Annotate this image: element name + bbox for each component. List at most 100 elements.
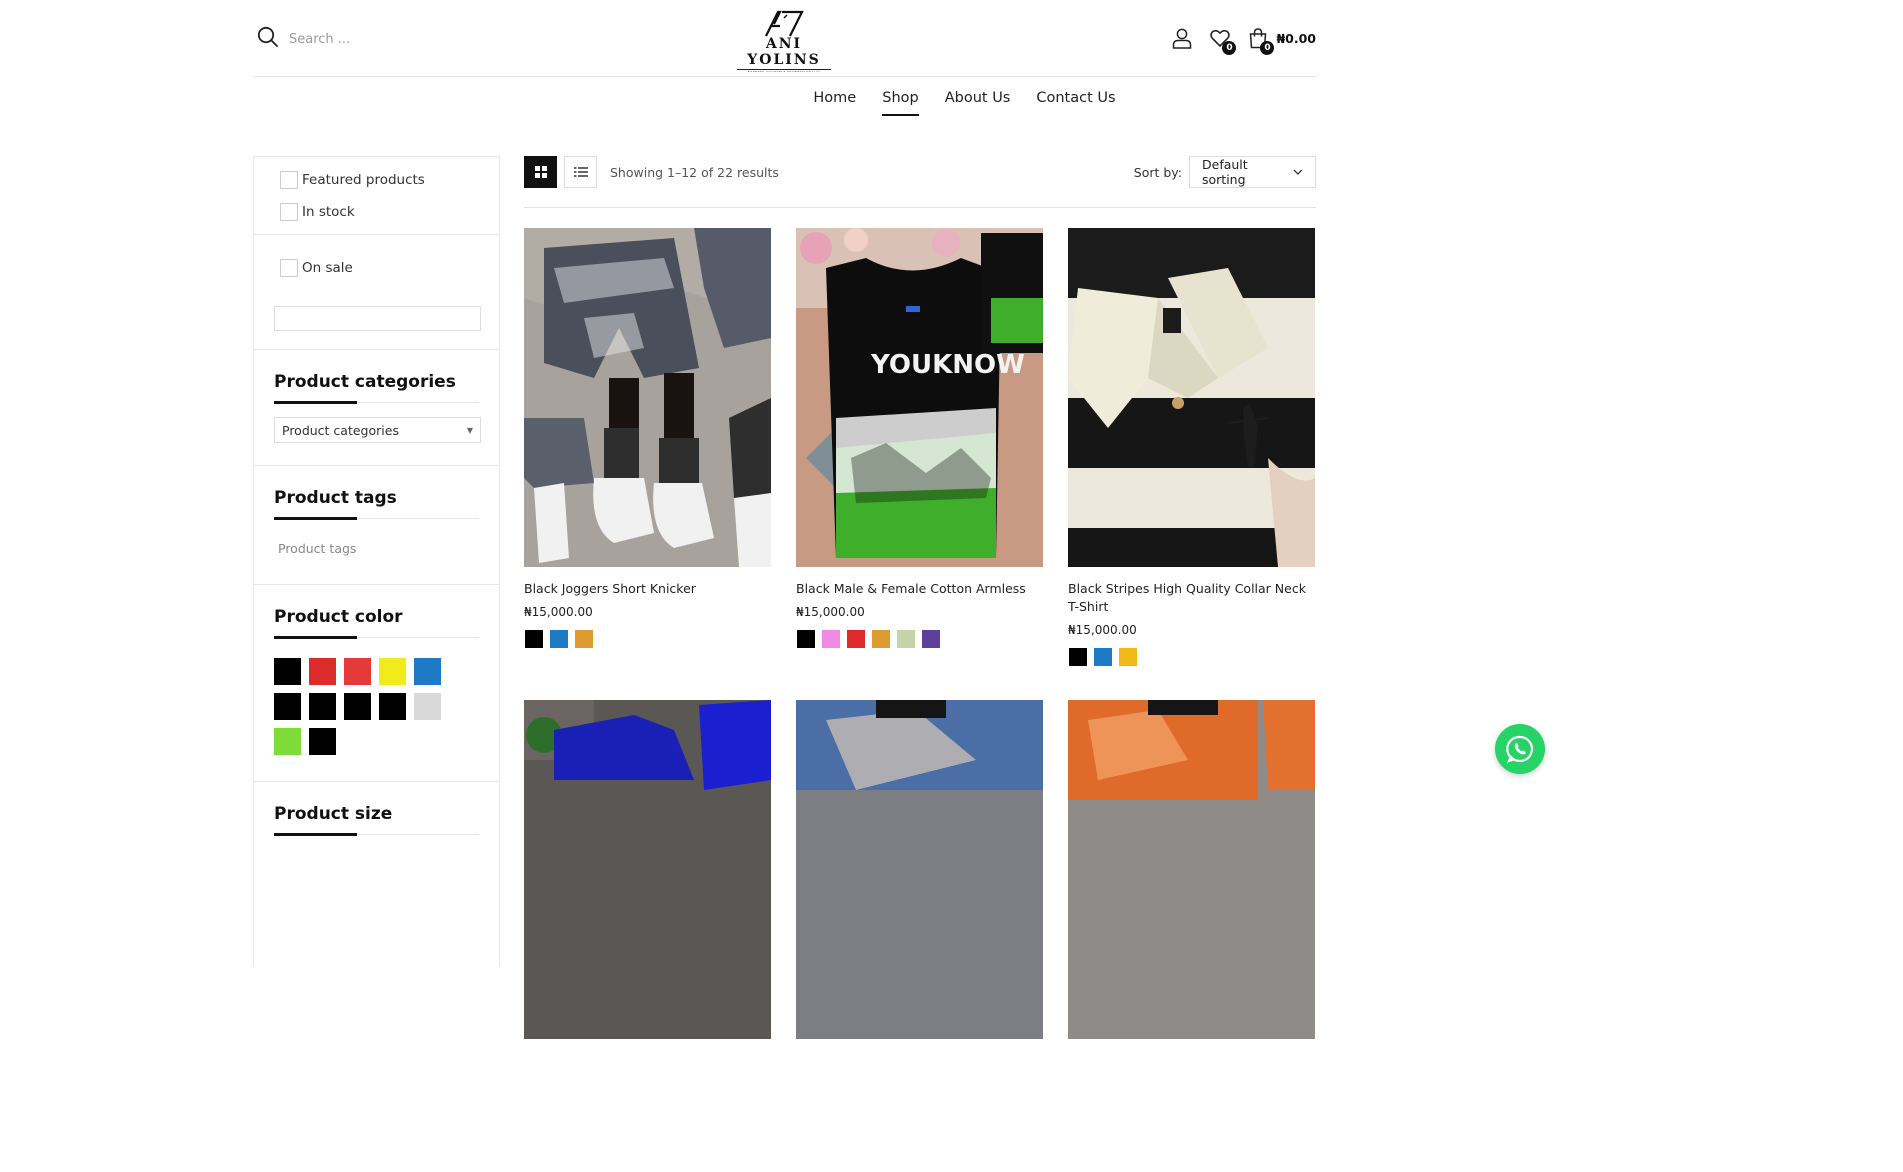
logo-mark-icon bbox=[765, 10, 804, 37]
sort-label: Sort by: bbox=[1133, 165, 1182, 180]
product-color-swatch[interactable] bbox=[846, 629, 866, 649]
product-image-armless-top[interactable]: YOUKNOW bbox=[796, 228, 1043, 567]
product-color-swatch[interactable] bbox=[921, 629, 941, 649]
color-swatch[interactable] bbox=[344, 693, 371, 720]
product-color-swatch[interactable] bbox=[1068, 647, 1088, 667]
shop-main: Showing 1–12 of 22 results Sort by: Defa… bbox=[524, 156, 1316, 1172]
color-swatch[interactable] bbox=[414, 658, 441, 685]
product-grid: Black Joggers Short Knicker ₦15,000.00 Y… bbox=[524, 228, 1316, 1172]
wishlist-count-badge: 0 bbox=[1222, 41, 1237, 55]
search-icon[interactable] bbox=[257, 26, 279, 52]
product-color-swatch[interactable] bbox=[871, 629, 891, 649]
nav-home[interactable]: Home bbox=[813, 90, 856, 116]
shop-toolbar: Showing 1–12 of 22 results Sort by: Defa… bbox=[524, 156, 1316, 208]
header-actions: 0 0 ₦0.00 bbox=[1170, 26, 1316, 55]
product-card bbox=[796, 700, 1043, 1172]
color-swatch[interactable] bbox=[344, 658, 371, 685]
grid-icon bbox=[534, 166, 547, 178]
product-card: Black Stripes High Quality Collar Neck T… bbox=[1068, 228, 1315, 700]
nav-contact-us[interactable]: Contact Us bbox=[1036, 90, 1115, 116]
color-swatch[interactable] bbox=[309, 693, 336, 720]
on-sale-label: On sale bbox=[302, 260, 353, 276]
filter-featured-products[interactable]: Featured products bbox=[274, 164, 479, 196]
cart-count-badge: 0 bbox=[1260, 41, 1275, 55]
categories-title: Product categories bbox=[274, 350, 479, 404]
tags-widget: Product tags Product tags bbox=[254, 466, 499, 585]
cart-total[interactable]: ₦0.00 bbox=[1276, 31, 1316, 46]
color-title: Product color bbox=[274, 585, 479, 639]
in-stock-label: In stock bbox=[302, 204, 355, 220]
product-title[interactable]: Black Male & Female Cotton Armless bbox=[796, 580, 1043, 598]
filter-in-stock[interactable]: In stock bbox=[274, 196, 479, 228]
product-swatches bbox=[1068, 647, 1315, 667]
price-filter-input[interactable] bbox=[274, 306, 481, 331]
featured-label: Featured products bbox=[302, 172, 425, 188]
sort-select[interactable]: Default sorting bbox=[1189, 156, 1316, 188]
size-title: Product size bbox=[274, 782, 479, 836]
wishlist-icon[interactable]: 0 bbox=[1208, 26, 1237, 55]
product-title[interactable]: Black Joggers Short Knicker bbox=[524, 580, 771, 598]
filter-on-sale[interactable]: On sale bbox=[274, 252, 479, 284]
whatsapp-icon bbox=[1506, 735, 1534, 763]
nav-about-us[interactable]: About Us bbox=[945, 90, 1011, 116]
product-color-swatch[interactable] bbox=[549, 629, 569, 649]
color-swatch[interactable] bbox=[309, 658, 336, 685]
sort-value: Default sorting bbox=[1202, 157, 1248, 187]
filter-block: Featured products In stock bbox=[254, 157, 499, 235]
color-widget: Product color bbox=[254, 585, 499, 782]
product-card bbox=[1068, 700, 1315, 1172]
search-input[interactable] bbox=[289, 31, 449, 47]
main-nav: Home Shop About Us Contact Us bbox=[0, 90, 1903, 116]
product-color-swatch[interactable] bbox=[796, 629, 816, 649]
on-sale-block: On sale bbox=[254, 252, 499, 350]
list-view-button[interactable] bbox=[564, 156, 597, 188]
color-swatch[interactable] bbox=[309, 728, 336, 755]
whatsapp-chat-button[interactable] bbox=[1495, 724, 1545, 774]
color-swatch[interactable] bbox=[414, 693, 441, 720]
product-image-orange-shorts[interactable] bbox=[1068, 700, 1315, 1039]
color-swatch[interactable] bbox=[274, 658, 301, 685]
color-swatches bbox=[274, 638, 479, 781]
product-title[interactable]: Black Stripes High Quality Collar Neck T… bbox=[1068, 580, 1315, 616]
logo-tagline: EXPRESS YOURSELF PROFESSIONALLY bbox=[737, 69, 831, 72]
product-color-swatch[interactable] bbox=[896, 629, 916, 649]
featured-checkbox[interactable] bbox=[280, 171, 298, 189]
categories-select-value: Product categories bbox=[282, 422, 399, 438]
product-image-joggers-short[interactable] bbox=[524, 228, 771, 567]
product-color-swatch[interactable] bbox=[574, 629, 594, 649]
product-image-denim-shorts[interactable] bbox=[796, 700, 1043, 1039]
size-widget: Product size bbox=[254, 782, 499, 836]
caret-down-icon: ▼ bbox=[466, 425, 473, 435]
product-color-swatch[interactable] bbox=[1118, 647, 1138, 667]
product-card: Black Joggers Short Knicker ₦15,000.00 bbox=[524, 228, 771, 700]
cart-icon[interactable]: 0 bbox=[1246, 26, 1275, 55]
shop-sidebar: Featured products In stock On sale Produ… bbox=[253, 156, 500, 967]
chevron-down-icon bbox=[1293, 169, 1303, 175]
product-color-swatch[interactable] bbox=[524, 629, 544, 649]
product-card bbox=[524, 700, 771, 1172]
product-image-blue-tee[interactable] bbox=[524, 700, 771, 1039]
product-color-swatch[interactable] bbox=[821, 629, 841, 649]
in-stock-checkbox[interactable] bbox=[280, 203, 298, 221]
site-logo[interactable]: ANI YOLINS EXPRESS YOURSELF PROFESSIONAL… bbox=[731, 8, 837, 72]
categories-select[interactable]: Product categories ▼ bbox=[274, 417, 481, 443]
product-swatches bbox=[524, 629, 771, 649]
color-swatch[interactable] bbox=[274, 728, 301, 755]
product-card: YOUKNOW Black Male & Female Cotton Armle… bbox=[796, 228, 1043, 700]
color-swatch[interactable] bbox=[379, 693, 406, 720]
grid-view-button[interactable] bbox=[524, 156, 557, 188]
product-price: ₦15,000.00 bbox=[524, 605, 593, 619]
nav-shop[interactable]: Shop bbox=[882, 90, 920, 116]
on-sale-checkbox[interactable] bbox=[280, 259, 298, 277]
product-image-stripes-polo[interactable] bbox=[1068, 228, 1315, 567]
site-header: ANI YOLINS EXPRESS YOURSELF PROFESSIONAL… bbox=[253, 0, 1316, 77]
tags-text: Product tags bbox=[278, 541, 357, 556]
color-swatch[interactable] bbox=[274, 693, 301, 720]
product-price: ₦15,000.00 bbox=[796, 605, 865, 619]
account-icon[interactable] bbox=[1170, 26, 1194, 50]
product-swatches bbox=[796, 629, 1043, 649]
product-color-swatch[interactable] bbox=[1093, 647, 1113, 667]
tags-title: Product tags bbox=[274, 466, 479, 520]
color-swatch[interactable] bbox=[379, 658, 406, 685]
categories-widget: Product categories Product categories ▼ bbox=[254, 350, 499, 466]
